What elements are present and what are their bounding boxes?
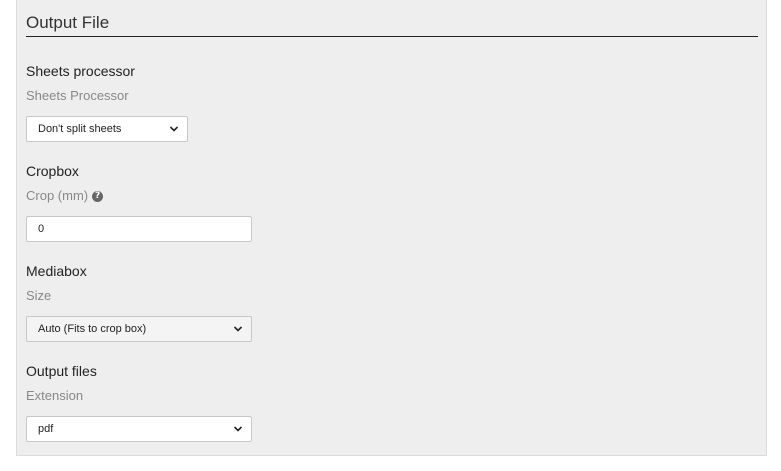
title-divider <box>26 36 758 37</box>
sheets-processor-value: Don't split sheets <box>38 123 122 135</box>
mediabox-heading: Mediabox <box>26 263 87 279</box>
crop-input-value: 0 <box>38 223 45 235</box>
cropbox-section: Cropbox Crop (mm) ? 0 <box>26 162 252 242</box>
chevron-down-icon <box>169 126 179 132</box>
question-circle-icon[interactable]: ? <box>92 190 104 202</box>
chevron-down-icon <box>233 426 243 432</box>
crop-label: Crop (mm) ? <box>26 188 252 204</box>
sheets-processor-section: Sheets processor Sheets Processor Don't … <box>26 62 188 142</box>
size-select-value: Auto (Fits to crop box) <box>38 323 147 335</box>
size-select[interactable]: Auto (Fits to crop box) <box>26 316 252 342</box>
extension-select-value: pdf <box>38 423 54 435</box>
chevron-down-icon <box>233 326 243 332</box>
sheets-processor-heading: Sheets processor <box>26 63 135 79</box>
extension-select[interactable]: pdf <box>26 416 252 442</box>
output-files-heading: Output files <box>26 363 97 379</box>
mediabox-section: Mediabox Size Auto (Fits to crop box) <box>26 262 252 342</box>
sheets-processor-label: Sheets Processor <box>26 88 129 103</box>
output-file-panel: Output File Sheets processor Sheets Proc… <box>16 0 767 456</box>
output-files-section: Output files Extension pdf <box>26 362 252 442</box>
sheets-processor-select[interactable]: Don't split sheets <box>26 116 188 142</box>
crop-input[interactable]: 0 <box>26 216 252 242</box>
cropbox-heading: Cropbox <box>26 163 79 179</box>
panel-title: Output File <box>26 13 110 32</box>
crop-label-text: Crop (mm) <box>26 188 89 203</box>
extension-label: Extension <box>26 388 84 403</box>
size-label: Size <box>26 288 52 303</box>
